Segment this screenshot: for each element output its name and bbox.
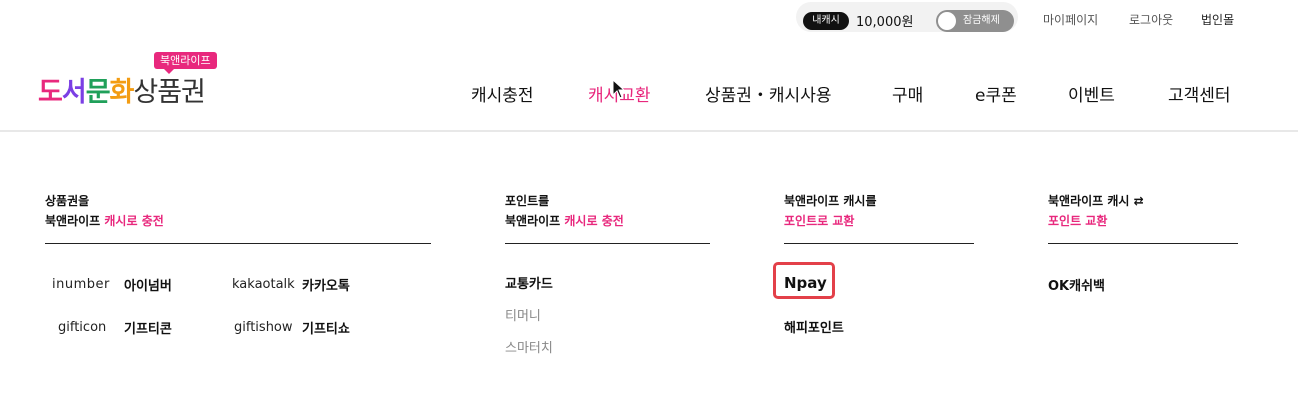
smartouch-item[interactable]: 스마터치 xyxy=(505,337,553,356)
gifticon-item[interactable]: 기프티콘 xyxy=(124,318,172,337)
col4-divider xyxy=(1048,243,1238,244)
col1-heading-line2: 북앤라이프 캐시로 충전 xyxy=(45,214,164,228)
happypoint-item[interactable]: 해피포인트 xyxy=(784,317,844,336)
tmoney-item[interactable]: 티머니 xyxy=(505,305,541,324)
site-logo[interactable]: 북앤라이프 도서문화상품권 xyxy=(38,52,238,108)
gnb-cash-charge[interactable]: 캐시충전 xyxy=(471,81,534,106)
col2-heading-line2: 북앤라이프 캐시로 충전 xyxy=(505,214,624,228)
lock-toggle-label: 잠금해제 xyxy=(963,15,1000,26)
transit-card-item[interactable]: 교통카드 xyxy=(505,273,553,292)
col2-heading: 포인트를 북앤라이프 캐시로 충전 xyxy=(505,191,624,231)
corporate-mall-link[interactable]: 법인몰 xyxy=(1201,11,1234,28)
logo-wordmark: 도서문화상품권 xyxy=(38,70,206,109)
col3-heading: 북앤라이프 캐시를 포인트로 교환 xyxy=(784,191,877,231)
logo-char: 화 xyxy=(109,77,135,108)
col2-divider xyxy=(505,243,710,244)
gnb-voucher-cash-use[interactable]: 상품권・캐시사용 xyxy=(705,81,831,106)
col2-heading-line1: 포인트를 xyxy=(505,194,550,208)
gnb-divider xyxy=(0,130,1298,132)
cash-amount: 10,000원 xyxy=(856,15,914,30)
logout-link[interactable]: 로그아웃 xyxy=(1129,11,1173,28)
gnb-event[interactable]: 이벤트 xyxy=(1068,81,1115,106)
okcashbag-item[interactable]: OK캐쉬백 xyxy=(1048,275,1105,294)
toggle-knob xyxy=(938,12,956,30)
inumber-item[interactable]: 아이넘버 xyxy=(124,275,172,294)
col4-heading: 북앤라이프 캐시 ⇄ 포인트 교환 xyxy=(1048,191,1144,231)
col3-heading-line1: 북앤라이프 캐시를 xyxy=(784,194,877,208)
logo-tag: 북앤라이프 xyxy=(154,52,217,74)
gnb-purchase[interactable]: 구매 xyxy=(892,81,923,106)
giftishow-logo: giftishow xyxy=(234,320,293,335)
mypage-link[interactable]: 마이페이지 xyxy=(1043,11,1098,28)
giftishow-item[interactable]: 기프티쇼 xyxy=(302,318,350,337)
logo-char: 상품권 xyxy=(133,77,206,108)
mouse-cursor-icon xyxy=(612,79,626,99)
logo-char: 도 xyxy=(38,77,63,108)
col4-heading-line1: 북앤라이프 캐시 ⇄ xyxy=(1048,194,1144,208)
col3-heading-line2: 포인트로 교환 xyxy=(784,214,855,228)
gifticon-logo: gifticon xyxy=(58,320,107,335)
col3-divider xyxy=(784,243,974,244)
kakaotalk-logo: kakaotalk xyxy=(232,277,295,292)
lock-toggle[interactable]: 잠금해제 xyxy=(936,10,1014,32)
col4-heading-line2: 포인트 교환 xyxy=(1048,214,1108,228)
col1-heading-line1: 상품권을 xyxy=(45,194,90,208)
npay-item[interactable]: Npay xyxy=(784,274,827,292)
logo-char: 서 xyxy=(61,77,87,108)
my-cash-badge: 내캐시 xyxy=(803,12,849,30)
logo-char: 문 xyxy=(85,77,111,108)
inumber-logo: inumber xyxy=(52,277,110,292)
col1-heading: 상품권을 북앤라이프 캐시로 충전 xyxy=(45,191,164,231)
kakaotalk-item[interactable]: 카카오톡 xyxy=(302,275,350,294)
gnb-ecoupon[interactable]: e쿠폰 xyxy=(975,81,1017,106)
gnb-customer-center[interactable]: 고객센터 xyxy=(1168,81,1231,106)
col1-divider xyxy=(45,243,431,244)
